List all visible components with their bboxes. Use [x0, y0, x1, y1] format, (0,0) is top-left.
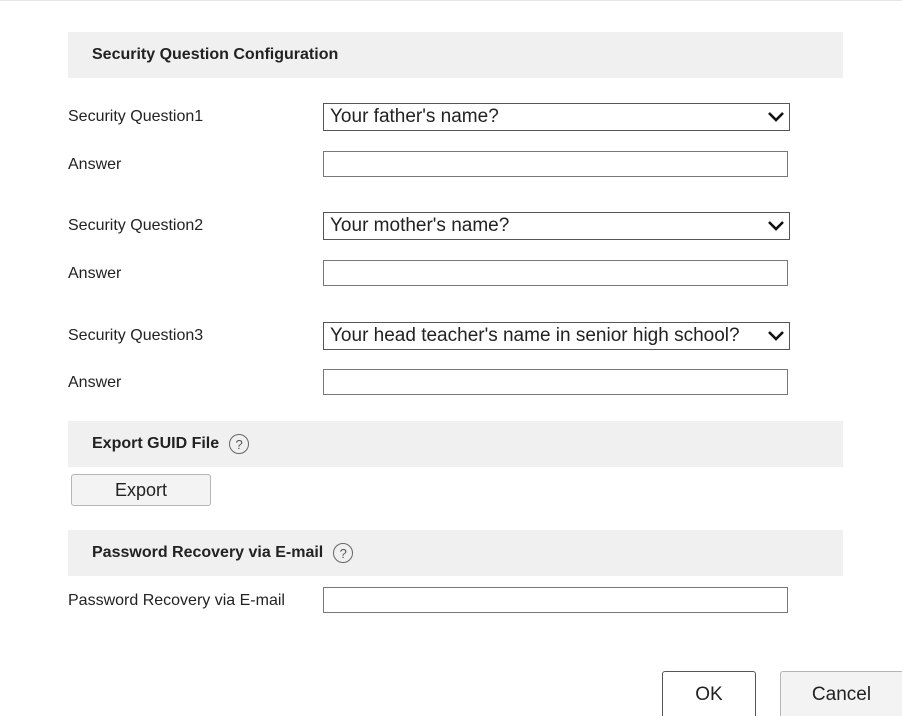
- answer2-field[interactable]: [323, 260, 788, 286]
- answer1-field[interactable]: [323, 151, 788, 177]
- email-recovery-title: Password Recovery via E-mail: [92, 544, 324, 561]
- security-question1-value: Your father's name?: [330, 106, 499, 127]
- security-question1-label: Security Question1: [68, 108, 204, 125]
- chevron-down-icon[interactable]: [763, 213, 789, 239]
- security-question3-select[interactable]: Your head teacher's name in senior high …: [323, 322, 790, 350]
- email-recovery-label: Password Recovery via E-mail: [68, 592, 285, 609]
- answer1-label: Answer: [68, 156, 122, 173]
- security-settings-dialog: Security Question Configuration Security…: [0, 0, 902, 716]
- security-question3-value: Your head teacher's name in senior high …: [330, 325, 740, 346]
- security-question2-label: Security Question2: [68, 217, 204, 234]
- answer3-field[interactable]: [323, 369, 788, 395]
- cancel-button[interactable]: Cancel: [780, 671, 902, 716]
- answer2-label: Answer: [68, 265, 122, 282]
- ok-button[interactable]: OK: [662, 671, 756, 716]
- export-button[interactable]: Export: [71, 474, 211, 506]
- security-question1-select[interactable]: Your father's name?: [323, 103, 790, 131]
- email-recovery-header: Password Recovery via E-mail ?: [68, 530, 843, 576]
- chevron-down-icon[interactable]: [763, 104, 789, 130]
- export-guid-title: Export GUID File: [92, 435, 220, 452]
- chevron-down-icon[interactable]: [763, 323, 789, 349]
- security-question3-label: Security Question3: [68, 327, 204, 344]
- help-icon[interactable]: ?: [333, 543, 354, 563]
- answer3-label: Answer: [68, 374, 122, 391]
- export-guid-header: Export GUID File ?: [68, 421, 843, 467]
- help-icon[interactable]: ?: [229, 434, 250, 454]
- security-question2-value: Your mother's name?: [330, 215, 510, 236]
- security-question-title: Security Question Configuration: [92, 46, 339, 63]
- security-question-header: Security Question Configuration: [68, 32, 843, 78]
- email-recovery-field[interactable]: [323, 587, 788, 613]
- security-question2-select[interactable]: Your mother's name?: [323, 212, 790, 240]
